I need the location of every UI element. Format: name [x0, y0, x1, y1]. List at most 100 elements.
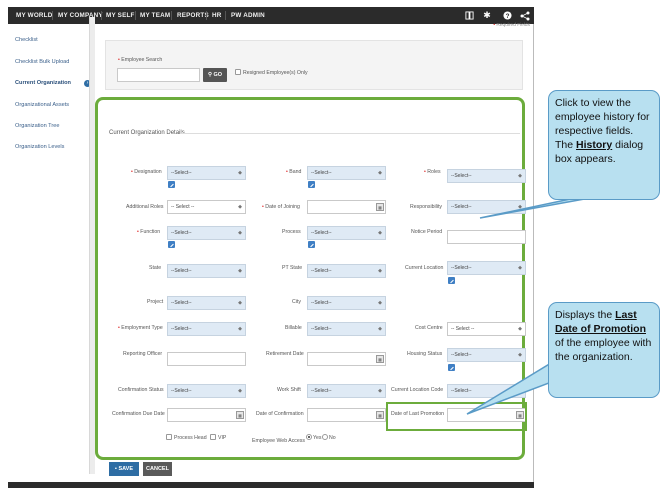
city-select[interactable]: --Select-- ◆ — [307, 296, 386, 310]
housing-status-history-icon[interactable] — [448, 364, 455, 371]
work-shift-select[interactable]: --Select-- ◆ — [307, 384, 386, 398]
nav-my-world[interactable]: MY WORLD — [16, 7, 52, 24]
save-button[interactable]: ▪ SAVE — [109, 462, 139, 476]
nav-separator — [225, 11, 226, 20]
search-icon: ⚲ — [207, 72, 212, 78]
calendar-icon[interactable]: ▦ — [376, 355, 384, 363]
band-label: • Band — [286, 169, 302, 175]
nav-pw-admin[interactable]: PW ADMIN — [231, 7, 265, 24]
footer-bar — [8, 482, 534, 488]
top-navigation-bar: MY WORLD MY COMPANY MY SELF MY TEAM REPO… — [8, 7, 534, 24]
nav-my-team[interactable]: MY TEAM — [140, 7, 170, 24]
nav-my-company[interactable]: MY COMPANY — [58, 7, 103, 24]
process-history-icon[interactable] — [308, 241, 315, 248]
work-shift-label: Work Shift — [277, 387, 301, 393]
function-select[interactable]: --Select-- ◆ — [167, 226, 246, 240]
nav-reports[interactable]: REPORTS — [177, 7, 209, 24]
city-label: City — [292, 299, 301, 305]
retirement-date-input[interactable] — [307, 352, 386, 366]
reporting-officer-input[interactable] — [167, 352, 246, 366]
help-icon[interactable]: ? — [502, 7, 512, 24]
sidebar-item-current-organization[interactable]: Current Organization — [15, 80, 71, 86]
sidebar-item-checklist[interactable]: Checklist — [15, 37, 38, 43]
function-label: • Function — [137, 229, 161, 235]
last-promotion-highlight — [386, 402, 527, 431]
sidebar-item-organization-levels[interactable]: Organization Levels — [15, 144, 64, 150]
required-fields-note: • Required Fields — [493, 23, 530, 28]
billable-label: Billable — [285, 325, 302, 331]
responsibility-select[interactable]: --Select-- ◆ — [447, 200, 526, 214]
web-access-yes-radio[interactable] — [306, 434, 312, 440]
section-title: Current Organization Details — [109, 130, 185, 136]
date-of-joining-input[interactable] — [307, 200, 386, 214]
nav-separator — [171, 11, 172, 20]
reporting-officer-label: Reporting Officer — [123, 351, 163, 357]
confirmation-due-date-label: Confirmation Due Date — [112, 411, 165, 417]
employment-type-select[interactable]: --Select-- ◆ — [167, 322, 246, 336]
cancel-button[interactable]: CANCEL — [143, 462, 172, 476]
pt-state-label: PT State — [282, 265, 303, 271]
last-promotion-callout: Displays the Last Date of Promotion of t… — [548, 302, 660, 398]
band-select[interactable]: --Select-- ◆ — [307, 166, 386, 180]
responsibility-label: Responsibility — [410, 204, 443, 210]
roles-select[interactable]: --Select-- ◆ — [447, 169, 526, 183]
additional-roles-select[interactable]: -- Select -- ◆ — [167, 200, 246, 214]
svg-text:?: ? — [505, 13, 509, 20]
nav-separator — [135, 11, 136, 20]
cost-centre-label: Cost Centre — [415, 325, 443, 331]
billable-select[interactable]: --Select-- ◆ — [307, 322, 386, 336]
calendar-icon[interactable]: ▦ — [376, 203, 384, 211]
sidebar-item-checklist-bulk-upload[interactable]: Checklist Bulk Upload — [15, 59, 69, 65]
notice-period-input[interactable] — [447, 230, 526, 244]
vip-checkbox[interactable] — [210, 434, 216, 440]
web-access-yes-label: Yes — [313, 435, 322, 441]
current-location-code-select[interactable]: --Select-- ◆ — [447, 384, 526, 398]
notice-period-label: Notice Period — [411, 229, 443, 235]
date-of-joining-label: • Date of Joining — [262, 204, 300, 210]
retirement-date-label: Retirement Date — [266, 351, 304, 357]
resigned-employees-checkbox[interactable] — [235, 69, 241, 75]
nav-separator — [206, 11, 207, 20]
band-history-icon[interactable] — [308, 181, 315, 188]
date-of-confirmation-input[interactable] — [307, 408, 386, 422]
employee-search-label: • Employee Search — [118, 57, 163, 63]
asterisk-icon[interactable]: ✱ — [482, 7, 492, 24]
project-select[interactable]: --Select-- ◆ — [167, 296, 246, 310]
current-location-label: Current Location — [405, 265, 444, 271]
state-select[interactable]: --Select-- ◆ — [167, 264, 246, 278]
designation-history-icon[interactable] — [168, 181, 175, 188]
share-icon[interactable] — [520, 7, 530, 24]
employee-search-input[interactable] — [117, 68, 200, 82]
web-access-no-label: No — [329, 435, 336, 441]
calendar-icon[interactable]: ▦ — [236, 411, 244, 419]
confirmation-status-label: Confirmation Status — [118, 387, 164, 393]
confirmation-due-date-input[interactable] — [167, 408, 246, 422]
housing-status-label: Housing Status — [407, 351, 443, 357]
confirmation-status-select[interactable]: --Select-- ◆ — [167, 384, 246, 398]
nav-hr[interactable]: HR — [212, 7, 222, 24]
vip-label: VIP — [218, 435, 227, 441]
nav-my-self[interactable]: MY SELF — [106, 7, 135, 24]
book-icon[interactable] — [464, 7, 474, 24]
sidebar-item-organization-tree[interactable]: Organization Tree — [15, 123, 59, 129]
employee-web-access-label: Employee Web Access — [252, 438, 305, 444]
search-go-button[interactable]: ⚲ GO — [203, 68, 227, 82]
current-location-history-icon[interactable] — [448, 277, 455, 284]
nav-separator — [101, 11, 102, 20]
designation-label: • Designation — [131, 169, 162, 175]
sidebar-item-organizational-assets[interactable]: Organizational Assets — [15, 102, 69, 108]
employee-search-panel — [105, 40, 523, 90]
date-of-confirmation-label: Date of Confirmation — [256, 411, 304, 417]
current-location-select[interactable]: --Select-- ◆ — [447, 261, 526, 275]
pt-state-select[interactable]: --Select-- ◆ — [307, 264, 386, 278]
housing-status-select[interactable]: --Select-- ◆ — [447, 348, 526, 362]
designation-select[interactable]: --Select-- ◆ — [167, 166, 246, 180]
process-head-label: Process Head — [174, 435, 207, 441]
save-icon: ▪ — [114, 466, 117, 472]
web-access-no-radio[interactable] — [322, 434, 328, 440]
calendar-icon[interactable]: ▦ — [376, 411, 384, 419]
cost-centre-select[interactable]: -- Select -- ◆ — [447, 322, 526, 336]
process-select[interactable]: --Select-- ◆ — [307, 226, 386, 240]
process-head-checkbox[interactable] — [166, 434, 172, 440]
function-history-icon[interactable] — [168, 241, 175, 248]
